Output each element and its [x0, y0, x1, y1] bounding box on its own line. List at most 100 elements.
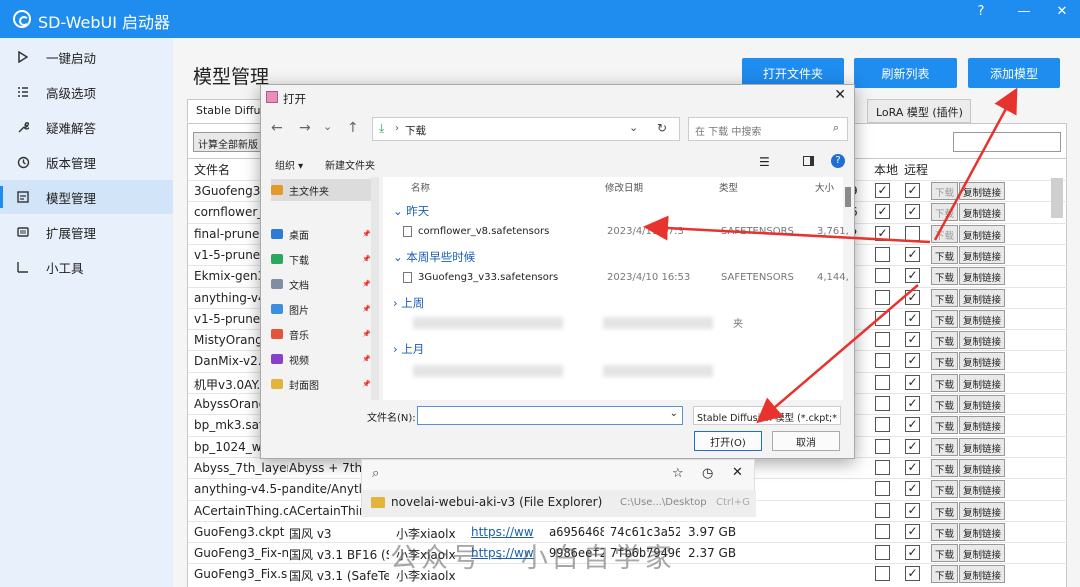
- local-checkbox[interactable]: [875, 545, 890, 561]
- local-checkbox[interactable]: ✓: [875, 183, 890, 198]
- remote-checkbox[interactable]: [905, 225, 920, 241]
- copy-link-button[interactable]: 复制链接: [959, 416, 1006, 435]
- nav-pane-item[interactable]: 主文件夹: [271, 179, 379, 201]
- download-button[interactable]: 下载: [931, 501, 959, 520]
- remote-checkbox[interactable]: ✓: [905, 332, 920, 348]
- open-button[interactable]: 打开(O): [694, 431, 762, 451]
- local-checkbox[interactable]: ✓: [875, 225, 890, 241]
- sidebar-item-advanced[interactable]: 高级选项: [0, 75, 173, 109]
- download-button[interactable]: 下载: [931, 352, 959, 371]
- local-checkbox[interactable]: ✓: [875, 204, 890, 220]
- copy-link-button[interactable]: 复制链接: [959, 458, 1006, 477]
- local-checkbox[interactable]: [875, 332, 890, 348]
- clock-icon[interactable]: ◷: [702, 466, 713, 481]
- remote-checkbox[interactable]: ✓: [905, 183, 920, 198]
- copy-link-button[interactable]: 复制链接: [959, 501, 1006, 520]
- group-early-week[interactable]: ⌄ 本周早些时候: [393, 249, 475, 265]
- nav-pane-item[interactable]: 桌面 📌: [271, 223, 379, 245]
- remote-checkbox[interactable]: ✓: [905, 502, 920, 518]
- calc-all-button[interactable]: 计算全部新版: [193, 132, 263, 152]
- remote-checkbox[interactable]: ✓: [905, 481, 920, 497]
- download-button[interactable]: 下载: [931, 331, 959, 350]
- remote-checkbox[interactable]: ✓: [905, 417, 920, 433]
- refresh-list-button[interactable]: 刷新列表: [854, 58, 957, 88]
- remote-checkbox[interactable]: ✓: [905, 204, 920, 220]
- tab-stable-diffusion[interactable]: Stable Diffus: [187, 99, 267, 123]
- cancel-button[interactable]: 取消: [772, 431, 840, 451]
- up-arrow-icon[interactable]: ↑: [347, 120, 359, 136]
- download-button[interactable]: 下载: [931, 245, 959, 264]
- download-button[interactable]: 下载: [931, 565, 959, 584]
- local-checkbox[interactable]: [875, 246, 890, 262]
- minimize-button[interactable]: —: [1012, 4, 1036, 19]
- remote-checkbox[interactable]: ✓: [905, 374, 920, 390]
- close-button[interactable]: ✕: [1050, 4, 1074, 19]
- local-checkbox[interactable]: [875, 353, 890, 369]
- copy-link-button[interactable]: 复制链接: [959, 437, 1006, 456]
- remote-checkbox[interactable]: ✓: [905, 353, 920, 369]
- column-type[interactable]: 类型: [719, 180, 738, 194]
- address-dropdown-icon[interactable]: ⌄: [629, 121, 638, 134]
- nav-pane-item[interactable]: 视频 📌: [271, 348, 379, 370]
- download-button[interactable]: 下载: [931, 522, 959, 541]
- flyout-item[interactable]: novelai-webui-aki-v3 (File Explorer) C:\…: [362, 490, 756, 517]
- local-checkbox[interactable]: [875, 289, 890, 305]
- download-button[interactable]: 下载: [931, 267, 959, 286]
- search-box[interactable]: 在 下载 中搜索 ⌕: [688, 117, 848, 141]
- nav-pane-item[interactable]: 音乐 📌: [271, 323, 379, 345]
- nav-pane-item[interactable]: 封面图 📌: [271, 373, 379, 395]
- remote-checkbox[interactable]: ✓: [905, 268, 920, 284]
- sidebar-item-tools[interactable]: 小工具: [0, 250, 173, 284]
- nav-pane-item[interactable]: 文档 📌: [271, 273, 379, 295]
- organize-button[interactable]: 组织 ▾: [275, 157, 303, 172]
- group-last-week[interactable]: › 上周: [393, 295, 424, 311]
- local-checkbox[interactable]: [875, 566, 890, 582]
- recent-chevron-icon[interactable]: ⌄: [323, 120, 332, 133]
- nav-pane-scrollbar[interactable]: [371, 177, 379, 400]
- local-checkbox[interactable]: [875, 396, 890, 411]
- download-button[interactable]: 下载: [931, 203, 959, 222]
- tools-icon[interactable]: ✕: [732, 465, 743, 480]
- remote-checkbox[interactable]: ✓: [905, 396, 920, 411]
- column-modified[interactable]: 修改日期: [605, 180, 643, 194]
- local-checkbox[interactable]: [875, 310, 890, 326]
- local-checkbox[interactable]: [875, 523, 890, 539]
- download-button[interactable]: 下载: [931, 309, 959, 328]
- copy-link-button[interactable]: 复制链接: [959, 522, 1006, 541]
- group-last-month[interactable]: › 上月: [393, 341, 424, 357]
- copy-link-button[interactable]: 复制链接: [959, 267, 1006, 286]
- nav-pane-item[interactable]: 下载 📌: [271, 248, 379, 270]
- copy-link-button[interactable]: 复制链接: [959, 203, 1006, 222]
- local-checkbox[interactable]: [875, 481, 890, 497]
- local-checkbox[interactable]: [875, 438, 890, 454]
- copy-link-button[interactable]: 复制链接: [959, 288, 1006, 307]
- table-scrollbar[interactable]: [1051, 178, 1063, 218]
- help-icon[interactable]: ?: [831, 154, 845, 168]
- back-arrow-icon[interactable]: ←: [271, 120, 283, 136]
- star-icon[interactable]: ☆: [672, 466, 684, 481]
- file-row[interactable]: cornflower_v8.safetensors 2023/4/11 17:3…: [403, 225, 849, 243]
- preview-pane-icon[interactable]: [803, 156, 814, 166]
- sidebar-item-extensions[interactable]: 扩展管理: [0, 215, 173, 249]
- refresh-icon[interactable]: ↻: [657, 121, 667, 135]
- remote-checkbox[interactable]: ✓: [905, 523, 920, 539]
- local-checkbox[interactable]: [875, 268, 890, 284]
- copy-link-button[interactable]: 复制链接: [959, 373, 1006, 392]
- download-button[interactable]: 下载: [931, 182, 959, 200]
- download-button[interactable]: 下载: [931, 437, 959, 456]
- sidebar-item-troubleshoot[interactable]: 疑难解答: [0, 110, 173, 144]
- copy-link-button[interactable]: 复制链接: [959, 224, 1006, 243]
- download-button[interactable]: 下载: [931, 416, 959, 435]
- download-button[interactable]: 下载: [931, 288, 959, 307]
- copy-link-button[interactable]: 复制链接: [959, 182, 1006, 200]
- filter-input[interactable]: [953, 132, 1061, 152]
- remote-checkbox[interactable]: ✓: [905, 545, 920, 561]
- filename-input[interactable]: ⌄: [417, 406, 683, 425]
- remote-checkbox[interactable]: ✓: [905, 438, 920, 454]
- column-name[interactable]: 名称: [411, 180, 430, 194]
- dialog-close-icon[interactable]: ✕: [834, 87, 846, 103]
- copy-link-button[interactable]: 复制链接: [959, 245, 1006, 264]
- remote-checkbox[interactable]: ✓: [905, 289, 920, 305]
- download-button[interactable]: 下载: [931, 480, 959, 499]
- file-row[interactable]: 3Guofeng3_v33.safetensors 2023/4/10 16:5…: [403, 271, 849, 289]
